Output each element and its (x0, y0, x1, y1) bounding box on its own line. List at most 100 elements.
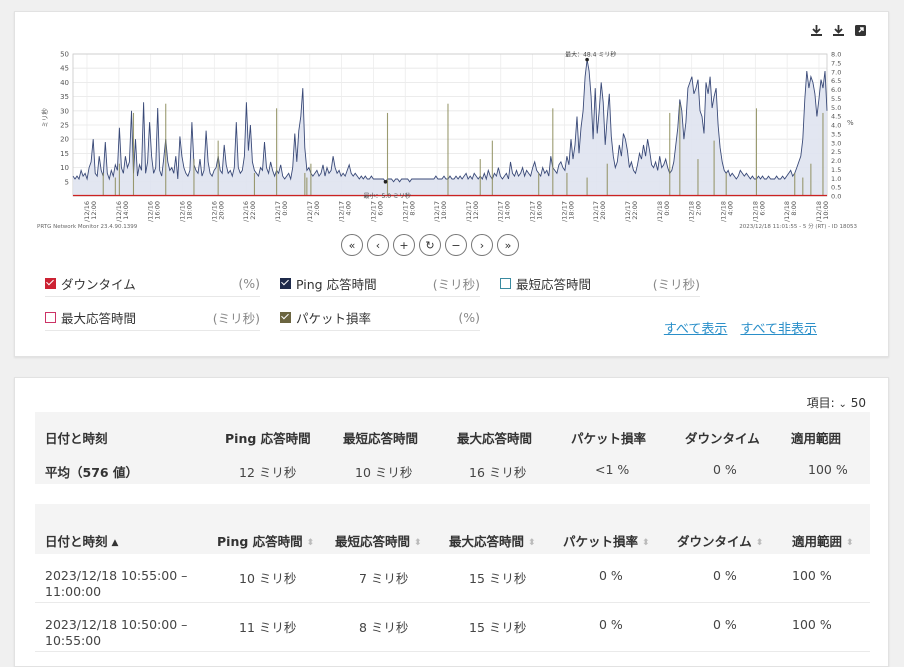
legend-item-packet-loss[interactable]: パケット損率 (%) (280, 308, 480, 331)
summary-ping: 12 ミリ秒 (239, 465, 297, 480)
column-header-loss[interactable]: パケット損率 ⬍ (563, 531, 650, 550)
checkbox-icon[interactable] (45, 278, 56, 289)
chart-axes: 5 10 15 20 25 30 35 40 45 50 0.00.51.01.52.02.53.0… (37, 51, 857, 231)
summary-header-downtime: ダウンタイム (685, 431, 760, 446)
row-ping: 11 ミリ秒 (239, 620, 297, 635)
first-page-button[interactable]: « (341, 234, 363, 256)
next-button[interactable]: › (471, 234, 493, 256)
sort-asc-icon[interactable]: ▲ (112, 538, 119, 548)
summary-header-loss: パケット損率 (571, 431, 647, 446)
legend-item-min-response[interactable]: 最短応答時間 (ミリ秒) (500, 274, 700, 297)
column-header-max[interactable]: 最大応答時間 ⬍ (449, 531, 536, 550)
legend-unit: (ミリ秒) (432, 277, 480, 292)
summary-header-coverage: 適用範囲 (791, 431, 842, 446)
y-tick-label: 45 (60, 65, 69, 73)
y-tick-label: 10 (60, 164, 69, 172)
checkbox-icon[interactable] (280, 278, 291, 289)
sort-icon[interactable]: ⬍ (846, 538, 854, 548)
zoom-out-button[interactable]: − (445, 234, 467, 256)
max-annotation: 最大：48.4 ミリ秒 (565, 51, 616, 59)
row-max: 15 ミリ秒 (469, 571, 527, 586)
x-tick-label: /12/176:00 (369, 201, 384, 222)
sort-icon[interactable]: ⬍ (528, 538, 536, 548)
y2-tick-label: 7.5 (831, 59, 841, 67)
y2-tick-label: 0.5 (831, 184, 841, 192)
x-tick-label: /12/178:00 (401, 201, 416, 222)
table-row[interactable]: 2023/12/18 10:55:00 –11:00:00 10 ミリ秒 7 ミ… (35, 554, 870, 603)
y2-tick-label: 2.0 (831, 157, 841, 165)
x-tick-label: /12/184:00 (720, 201, 735, 222)
column-header-date[interactable]: 日付と時刻 ▲ (45, 531, 118, 550)
x-tick-label: /12/1720:00 (592, 201, 607, 222)
x-tick-label: /12/1614:00 (115, 201, 130, 222)
min-annotation: 最小：5.0 ミリ秒 (363, 192, 410, 200)
row-min: 7 ミリ秒 (359, 571, 409, 586)
sort-icon[interactable]: ⬍ (414, 538, 422, 548)
sort-icon[interactable]: ⬍ (756, 538, 764, 548)
legend-label: ダウンタイム (61, 277, 136, 292)
column-label: 日付と時刻 (45, 534, 108, 549)
y-tick-label: 20 (60, 136, 69, 144)
y-axis-label: ミリ秒 (40, 108, 49, 128)
row-date-end: 10:55:00 (45, 633, 102, 648)
x-tick-label: /12/186:00 (751, 201, 766, 222)
column-label: 適用範囲 (792, 534, 843, 549)
x-tick-label: /12/188:00 (783, 201, 798, 222)
checkbox-icon[interactable] (280, 312, 291, 323)
x-tick-label: /12/1810:00 (815, 201, 830, 222)
chevron-down-icon[interactable]: ⌄ (839, 399, 847, 410)
download-icon[interactable] (830, 22, 846, 38)
checkbox-icon[interactable] (45, 312, 56, 323)
column-header-ping[interactable]: Ping 応答時間 ⬍ (217, 531, 314, 550)
column-header-min[interactable]: 最短応答時間 ⬍ (335, 531, 422, 550)
x-tick-label: /12/1712:00 (465, 201, 480, 222)
x-tick-label: /12/1616:00 (147, 201, 162, 222)
legend-label: Ping 応答時間 (296, 277, 377, 292)
reset-zoom-button[interactable]: ↻ (419, 234, 441, 256)
sort-icon[interactable]: ⬍ (642, 538, 650, 548)
chart-card: 最大：48.4 ミリ秒 最小：5.0 ミリ秒 5 10 15 20 25 30 35 40 45 5… (14, 11, 889, 357)
min-point (383, 180, 388, 184)
checkbox-icon[interactable] (500, 278, 511, 289)
x-tick-label: /12/1622:00 (242, 201, 257, 222)
y2-tick-label: 3.5 (831, 130, 841, 138)
row-loss: 0 % (599, 617, 623, 632)
items-value[interactable]: 50 (851, 396, 866, 410)
items-label: 項目: (806, 396, 835, 410)
show-all-link[interactable]: すべて表示 (664, 318, 728, 337)
summary-coverage: 100 % (808, 462, 848, 477)
last-page-button[interactable]: » (497, 234, 519, 256)
data-table: 日付と時刻 ▲ Ping 応答時間 ⬍ 最短応答時間 ⬍ 最大応答時間 ⬍ パケット損率… (35, 504, 870, 652)
y2-tick-label: 2.5 (831, 148, 841, 156)
x-tick-label: /12/1612:00 (83, 201, 98, 222)
summary-max: 16 ミリ秒 (469, 465, 527, 480)
summary-downtime: 0 % (713, 462, 737, 477)
items-per-page[interactable]: 項目: ⌄ 50 (807, 394, 866, 411)
y2-tick-label: 7.0 (831, 68, 841, 76)
row-date: 2023/12/18 10:50:00 –10:55:00 (45, 617, 187, 649)
legend-unit: (ミリ秒) (212, 311, 260, 326)
sort-icon[interactable]: ⬍ (307, 538, 315, 548)
y2-tick-label: 4.5 (831, 113, 841, 121)
open-external-icon[interactable] (852, 22, 868, 38)
legend-item-ping[interactable]: Ping 応答時間 (ミリ秒) (280, 274, 480, 297)
column-header-downtime[interactable]: ダウンタイム ⬍ (677, 531, 763, 550)
y-tick-label: 50 (60, 51, 69, 59)
row-date: 2023/12/18 10:55:00 –11:00:00 (45, 568, 187, 600)
y2-tick-label: 6.5 (831, 77, 841, 85)
row-downtime: 0 % (713, 568, 737, 583)
legend-item-downtime[interactable]: ダウンタイム (%) (45, 274, 260, 297)
column-header-coverage[interactable]: 適用範囲 ⬍ (792, 531, 854, 550)
download-icon[interactable] (808, 22, 824, 38)
response-time-chart: 最大：48.4 ミリ秒最小：5.0 ミリ秒 510152025303540455… (37, 51, 857, 231)
summary-min: 10 ミリ秒 (355, 465, 413, 480)
zoom-in-button[interactable]: + (393, 234, 415, 256)
table-row[interactable]: 2023/12/18 10:50:00 –10:55:00 11 ミリ秒 8 ミ… (35, 603, 870, 652)
summary-header-date: 日付と時刻 (45, 431, 108, 446)
legend-unit: (%) (238, 276, 260, 291)
legend-item-max-response[interactable]: 最大応答時間 (ミリ秒) (45, 308, 260, 331)
hide-all-link[interactable]: すべて非表示 (740, 318, 817, 337)
row-date-end: 11:00:00 (45, 584, 102, 599)
x-tick-label: /12/1718:00 (560, 201, 575, 222)
previous-button[interactable]: ‹ (367, 234, 389, 256)
